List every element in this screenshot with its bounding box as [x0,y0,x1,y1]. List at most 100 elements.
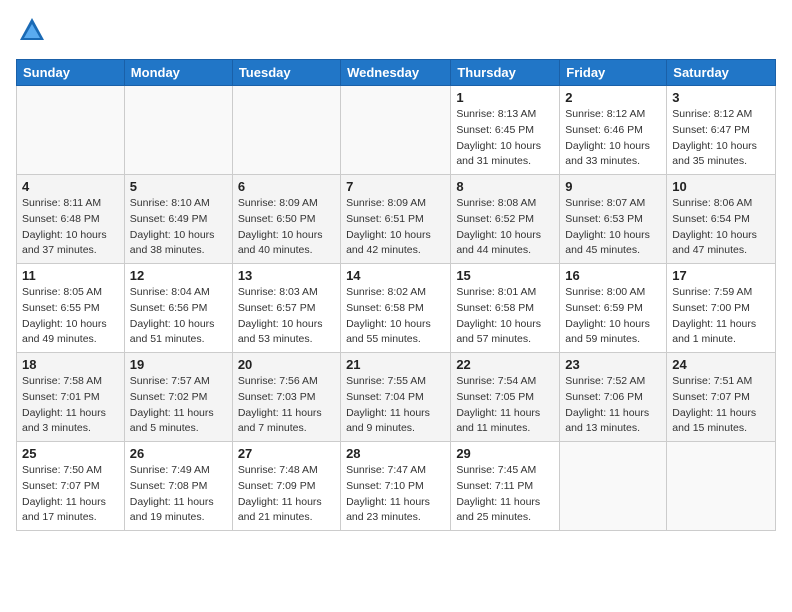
calendar-cell: 21 Sunrise: 7:55 AM Sunset: 7:04 PM Dayli… [341,353,451,442]
day-number: 13 [238,268,335,283]
day-number: 23 [565,357,661,372]
day-info: Sunrise: 7:56 AM Sunset: 7:03 PM Dayligh… [238,374,335,437]
day-info: Sunrise: 7:54 AM Sunset: 7:05 PM Dayligh… [456,374,554,437]
weekday-header-sunday: Sunday [17,60,125,86]
calendar-week-4: 18 Sunrise: 7:58 AM Sunset: 7:01 PM Dayli… [17,353,776,442]
day-info: Sunrise: 8:07 AM Sunset: 6:53 PM Dayligh… [565,196,661,259]
weekday-header-monday: Monday [124,60,232,86]
calendar-cell [124,86,232,175]
day-number: 29 [456,446,554,461]
calendar-cell [17,86,125,175]
day-info: Sunrise: 8:08 AM Sunset: 6:52 PM Dayligh… [456,196,554,259]
day-info: Sunrise: 7:51 AM Sunset: 7:07 PM Dayligh… [672,374,770,437]
calendar-cell: 11Sunrise: 8:05 AM Sunset: 6:55 PM Dayli… [17,264,125,353]
day-info: Sunrise: 8:12 AM Sunset: 6:46 PM Dayligh… [565,107,661,170]
day-info: Sunrise: 8:04 AM Sunset: 6:56 PM Dayligh… [130,285,227,348]
day-info: Sunrise: 7:55 AM Sunset: 7:04 PM Dayligh… [346,374,445,437]
day-info: Sunrise: 8:12 AM Sunset: 6:47 PM Dayligh… [672,107,770,170]
weekday-header-tuesday: Tuesday [232,60,340,86]
calendar-cell: 28 Sunrise: 7:47 AM Sunset: 7:10 PM Dayli… [341,442,451,531]
calendar-header-row: SundayMondayTuesdayWednesdayThursdayFrid… [17,60,776,86]
day-number: 3 [672,90,770,105]
calendar-cell: 14 Sunrise: 8:02 AM Sunset: 6:58 PM Dayli… [341,264,451,353]
weekday-header-thursday: Thursday [451,60,560,86]
day-number: 21 [346,357,445,372]
calendar-cell: 26 Sunrise: 7:49 AM Sunset: 7:08 PM Dayli… [124,442,232,531]
calendar-cell: 1Sunrise: 8:13 AM Sunset: 6:45 PM Daylig… [451,86,560,175]
day-info: Sunrise: 7:57 AM Sunset: 7:02 PM Dayligh… [130,374,227,437]
day-number: 20 [238,357,335,372]
calendar-cell: 29 Sunrise: 7:45 AM Sunset: 7:11 PM Dayli… [451,442,560,531]
day-info: Sunrise: 7:45 AM Sunset: 7:11 PM Dayligh… [456,463,554,526]
day-number: 28 [346,446,445,461]
logo [16,16,46,49]
day-info: Sunrise: 7:49 AM Sunset: 7:08 PM Dayligh… [130,463,227,526]
page-header [16,16,776,49]
calendar-cell: 4Sunrise: 8:11 AM Sunset: 6:48 PM Daylig… [17,175,125,264]
calendar-cell: 16 Sunrise: 8:00 AM Sunset: 6:59 PM Dayli… [560,264,667,353]
day-number: 17 [672,268,770,283]
day-number: 5 [130,179,227,194]
calendar-cell: 3 Sunrise: 8:12 AM Sunset: 6:47 PM Daylig… [667,86,776,175]
day-number: 18 [22,357,119,372]
day-number: 24 [672,357,770,372]
day-info: Sunrise: 7:59 AM Sunset: 7:00 PM Dayligh… [672,285,770,348]
calendar-cell: 20 Sunrise: 7:56 AM Sunset: 7:03 PM Dayli… [232,353,340,442]
day-number: 12 [130,268,227,283]
day-info: Sunrise: 7:52 AM Sunset: 7:06 PM Dayligh… [565,374,661,437]
day-info: Sunrise: 8:09 AM Sunset: 6:51 PM Dayligh… [346,196,445,259]
calendar-cell: 8Sunrise: 8:08 AM Sunset: 6:52 PM Daylig… [451,175,560,264]
calendar-cell: 18 Sunrise: 7:58 AM Sunset: 7:01 PM Dayli… [17,353,125,442]
calendar-cell [560,442,667,531]
day-info: Sunrise: 7:47 AM Sunset: 7:10 PM Dayligh… [346,463,445,526]
calendar-cell: 25 Sunrise: 7:50 AM Sunset: 7:07 PM Dayli… [17,442,125,531]
calendar-cell [667,442,776,531]
day-number: 19 [130,357,227,372]
logo-icon [18,16,46,44]
day-number: 6 [238,179,335,194]
calendar-table: SundayMondayTuesdayWednesdayThursdayFrid… [16,59,776,531]
day-number: 15 [456,268,554,283]
calendar-cell: 7Sunrise: 8:09 AM Sunset: 6:51 PM Daylig… [341,175,451,264]
day-info: Sunrise: 8:02 AM Sunset: 6:58 PM Dayligh… [346,285,445,348]
day-number: 27 [238,446,335,461]
day-info: Sunrise: 7:48 AM Sunset: 7:09 PM Dayligh… [238,463,335,526]
calendar-cell: 12 Sunrise: 8:04 AM Sunset: 6:56 PM Dayli… [124,264,232,353]
calendar-week-1: 1Sunrise: 8:13 AM Sunset: 6:45 PM Daylig… [17,86,776,175]
calendar-cell: 13 Sunrise: 8:03 AM Sunset: 6:57 PM Dayli… [232,264,340,353]
calendar-cell [232,86,340,175]
day-number: 4 [22,179,119,194]
calendar-cell: 22Sunrise: 7:54 AM Sunset: 7:05 PM Dayli… [451,353,560,442]
calendar-cell [341,86,451,175]
calendar-cell: 23 Sunrise: 7:52 AM Sunset: 7:06 PM Dayli… [560,353,667,442]
calendar-cell: 17 Sunrise: 7:59 AM Sunset: 7:00 PM Dayli… [667,264,776,353]
calendar-week-3: 11Sunrise: 8:05 AM Sunset: 6:55 PM Dayli… [17,264,776,353]
day-info: Sunrise: 8:03 AM Sunset: 6:57 PM Dayligh… [238,285,335,348]
calendar-cell: 24 Sunrise: 7:51 AM Sunset: 7:07 PM Dayli… [667,353,776,442]
day-number: 25 [22,446,119,461]
day-number: 9 [565,179,661,194]
calendar-cell: 6 Sunrise: 8:09 AM Sunset: 6:50 PM Daylig… [232,175,340,264]
day-number: 26 [130,446,227,461]
day-info: Sunrise: 8:06 AM Sunset: 6:54 PM Dayligh… [672,196,770,259]
calendar-cell: 10 Sunrise: 8:06 AM Sunset: 6:54 PM Dayli… [667,175,776,264]
day-info: Sunrise: 8:05 AM Sunset: 6:55 PM Dayligh… [22,285,119,348]
calendar-cell: 15Sunrise: 8:01 AM Sunset: 6:58 PM Dayli… [451,264,560,353]
calendar-week-5: 25 Sunrise: 7:50 AM Sunset: 7:07 PM Dayli… [17,442,776,531]
calendar-cell: 19 Sunrise: 7:57 AM Sunset: 7:02 PM Dayli… [124,353,232,442]
day-info: Sunrise: 8:13 AM Sunset: 6:45 PM Dayligh… [456,107,554,170]
day-info: Sunrise: 8:10 AM Sunset: 6:49 PM Dayligh… [130,196,227,259]
calendar-cell: 9 Sunrise: 8:07 AM Sunset: 6:53 PM Daylig… [560,175,667,264]
day-info: Sunrise: 8:00 AM Sunset: 6:59 PM Dayligh… [565,285,661,348]
weekday-header-friday: Friday [560,60,667,86]
day-number: 16 [565,268,661,283]
day-info: Sunrise: 7:50 AM Sunset: 7:07 PM Dayligh… [22,463,119,526]
day-number: 10 [672,179,770,194]
weekday-header-wednesday: Wednesday [341,60,451,86]
calendar-cell: 2Sunrise: 8:12 AM Sunset: 6:46 PM Daylig… [560,86,667,175]
day-info: Sunrise: 8:09 AM Sunset: 6:50 PM Dayligh… [238,196,335,259]
day-number: 14 [346,268,445,283]
calendar-week-2: 4Sunrise: 8:11 AM Sunset: 6:48 PM Daylig… [17,175,776,264]
day-info: Sunrise: 7:58 AM Sunset: 7:01 PM Dayligh… [22,374,119,437]
calendar-cell: 5 Sunrise: 8:10 AM Sunset: 6:49 PM Daylig… [124,175,232,264]
